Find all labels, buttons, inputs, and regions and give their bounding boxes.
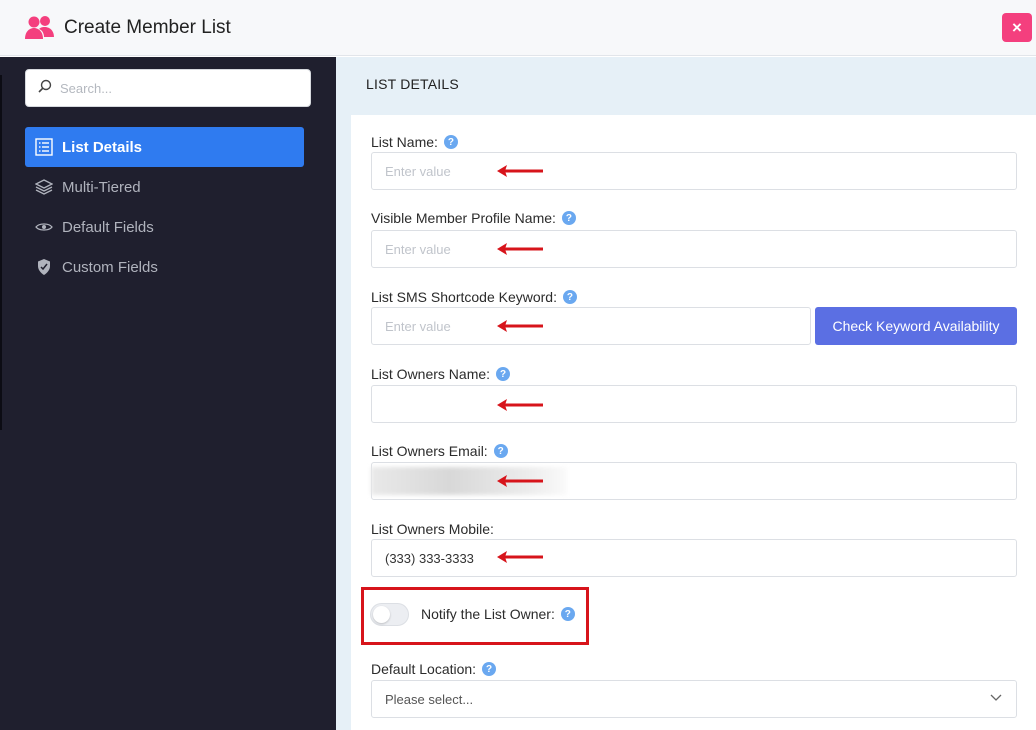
list-icon <box>34 137 54 157</box>
check-keyword-button[interactable]: Check Keyword Availability <box>815 307 1017 345</box>
sms-keyword-field <box>371 307 811 345</box>
help-icon[interactable]: ? <box>443 135 458 149</box>
help-icon[interactable]: ? <box>496 367 511 381</box>
help-icon[interactable]: ? <box>562 290 577 304</box>
sidebar-item-multi-tiered[interactable]: Multi-Tiered <box>25 167 304 207</box>
list-name-field <box>371 152 1017 190</box>
visible-name-field <box>371 230 1017 268</box>
owner-name-label: List Owners Name: ? <box>371 366 511 382</box>
layers-icon <box>34 177 54 197</box>
annotation-arrow-icon <box>497 320 543 332</box>
owner-mobile-label-text: List Owners Mobile: <box>371 521 494 537</box>
notify-label-text: Notify the List Owner: <box>421 606 555 622</box>
search-input[interactable] <box>60 80 290 96</box>
annotation-arrow-icon <box>497 551 543 563</box>
sidebar-item-label: Custom Fields <box>62 258 158 276</box>
list-name-label-text: List Name: <box>371 134 438 150</box>
visible-name-input[interactable] <box>372 231 1016 267</box>
visible-name-label: Visible Member Profile Name: ? <box>371 210 576 226</box>
search-icon <box>38 79 52 98</box>
toggle-knob <box>373 606 390 623</box>
annotation-arrow-icon <box>497 165 543 177</box>
sidebar-item-custom-fields[interactable]: Custom Fields <box>25 247 304 287</box>
sidebar-item-label: Multi-Tiered <box>62 178 141 196</box>
modal-title: Create Member List <box>64 16 231 38</box>
default-location-select[interactable]: Please select... <box>371 680 1017 718</box>
notify-label: Notify the List Owner: ? <box>421 606 575 622</box>
default-location-value: Please select... <box>385 691 474 707</box>
sidebar-item-default-fields[interactable]: Default Fields <box>25 207 304 247</box>
search-box <box>25 69 311 107</box>
help-icon[interactable]: ? <box>482 662 497 676</box>
owner-mobile-field <box>371 539 1017 577</box>
sidebar-item-label: Default Fields <box>62 218 154 236</box>
users-icon <box>24 14 56 42</box>
help-icon[interactable]: ? <box>561 211 576 225</box>
owner-mobile-label: List Owners Mobile: <box>371 521 494 537</box>
annotation-arrow-icon <box>497 475 543 487</box>
modal-header: Create Member List × <box>0 0 1036 56</box>
owner-mobile-input[interactable] <box>372 540 1016 576</box>
sidebar: List Details Multi-Tiered Default Fields… <box>0 57 336 730</box>
sms-keyword-input[interactable] <box>372 308 810 344</box>
sidebar-item-label: List Details <box>62 138 143 156</box>
close-icon: × <box>1012 17 1022 37</box>
sidebar-edge <box>0 75 2 430</box>
default-location-label: Default Location: ? <box>371 661 497 677</box>
visible-name-label-text: Visible Member Profile Name: <box>371 210 556 226</box>
default-location-label-text: Default Location: <box>371 661 477 677</box>
owner-name-input[interactable] <box>372 386 1016 422</box>
owner-email-label-text: List Owners Email: <box>371 443 488 459</box>
eye-icon <box>34 217 54 237</box>
owner-name-field <box>371 385 1017 423</box>
help-icon[interactable]: ? <box>560 607 575 621</box>
notify-toggle[interactable] <box>370 603 409 626</box>
shield-hand-icon <box>34 257 54 277</box>
chevron-down-icon <box>990 694 1002 701</box>
owner-email-label: List Owners Email: ? <box>371 443 508 459</box>
sms-keyword-label-text: List SMS Shortcode Keyword: <box>371 289 557 305</box>
close-button[interactable]: × <box>1002 13 1032 42</box>
section-title: LIST DETAILS <box>366 76 459 92</box>
sidebar-nav: List Details Multi-Tiered Default Fields… <box>25 127 304 287</box>
help-icon[interactable]: ? <box>493 444 508 458</box>
list-name-label: List Name: ? <box>371 134 458 150</box>
owner-name-label-text: List Owners Name: <box>371 366 491 382</box>
sidebar-item-list-details[interactable]: List Details <box>25 127 304 167</box>
list-name-input[interactable] <box>372 153 1016 189</box>
annotation-arrow-icon <box>497 243 543 255</box>
sms-keyword-label: List SMS Shortcode Keyword: ? <box>371 289 577 305</box>
annotation-arrow-icon <box>497 399 543 411</box>
